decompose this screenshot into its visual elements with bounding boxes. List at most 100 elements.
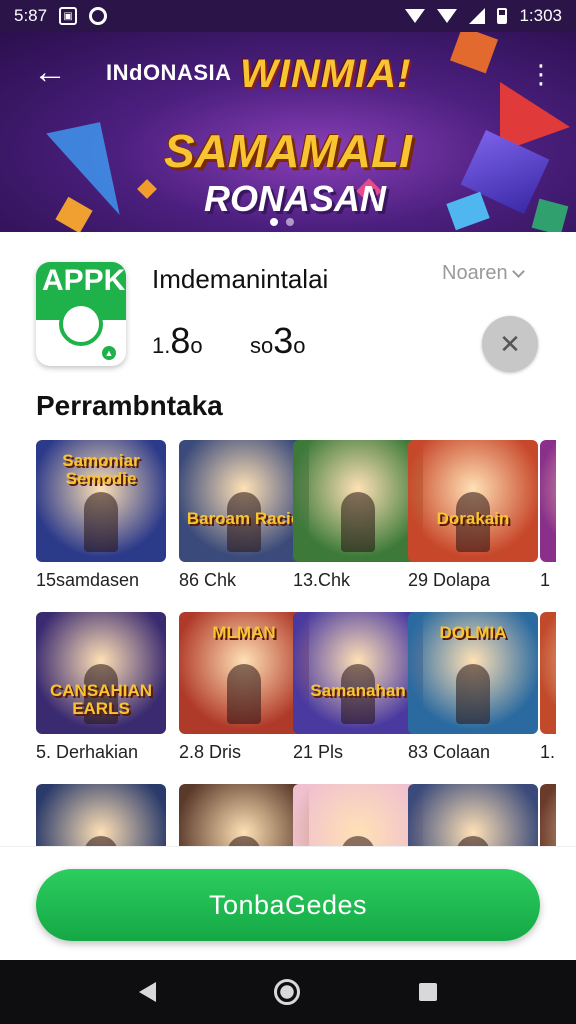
game-thumbnail: Samoniar Semodie: [36, 440, 166, 562]
game-thumbnail: [540, 440, 556, 562]
carousel-indicator: [270, 218, 294, 226]
game-caption: 83 Colaan: [408, 742, 491, 762]
carousel-dot[interactable]: [270, 218, 278, 226]
stat-rating-suffix: o: [190, 333, 203, 358]
game-thumbnail: BOAKS: [179, 784, 309, 852]
game-title-art: CANSAHIAN EARLS: [50, 681, 152, 718]
hero-badge-logo: WINMIA!: [240, 52, 412, 96]
game-caption: 1.: [540, 742, 556, 762]
status-right-text: 1:303: [519, 6, 562, 25]
game-tile[interactable]: DOLMIA 83 Colaan: [408, 612, 538, 763]
game-thumbnail: [36, 784, 166, 852]
game-title-art: Baroam Racio: [186, 509, 302, 528]
game-caption: 29 Dolapa: [408, 570, 491, 590]
game-thumbnail: [408, 784, 538, 852]
hero-country-label: INdONASIA: [106, 60, 232, 85]
status-time: 5:87: [14, 6, 48, 25]
hero-title-line2: RONASAN: [204, 178, 387, 219]
game-tile[interactable]: Samoniar Semodie 15samdasen: [36, 440, 166, 591]
game-tile[interactable]: [540, 784, 556, 852]
download-area: TonbaGedes: [0, 846, 576, 960]
game-tile[interactable]: [36, 784, 166, 852]
game-caption: 15samdasen: [36, 570, 140, 590]
stat-downloads-prefix: so: [250, 333, 274, 358]
game-title-art: Samoniar Semodie: [62, 451, 140, 488]
game-caption: 1: [540, 570, 551, 590]
game-title-art: DOLMIA: [439, 623, 507, 642]
share-button[interactable]: ✕: [482, 316, 538, 372]
install-dropdown[interactable]: Noaren: [442, 262, 525, 285]
game-title-art: Dorakain: [436, 509, 510, 528]
game-thumbnail: [293, 440, 423, 562]
game-title-art: Samanahan: [310, 681, 406, 700]
sync-icon: [89, 7, 108, 25]
crystal-decoration: [446, 191, 490, 231]
more-options-button[interactable]: ⋮: [526, 54, 556, 94]
game-tile[interactable]: 1: [540, 440, 556, 591]
app-stat-rating: 1.8o: [152, 320, 203, 362]
character-figure: [227, 664, 261, 724]
signal-icon: [469, 8, 486, 24]
back-button[interactable]: ←: [30, 52, 70, 92]
game-tile[interactable]: CANSAHIAN EARLS 5. Derhakian: [36, 612, 166, 763]
game-tile[interactable]: Dorakain 29 Dolapa: [408, 440, 538, 591]
game-thumbnail: CANSAHIAN EARLS: [36, 612, 166, 734]
stat-rating-big: 8: [170, 320, 191, 361]
notification-icon: ▣: [59, 7, 78, 25]
section-title: Perrambntaka: [36, 390, 223, 421]
game-tile[interactable]: BOAKS: [179, 784, 309, 852]
status-bar: 5:87 ▣ 1:303: [0, 0, 576, 32]
character-figure: [84, 492, 118, 552]
game-title-art: MLMAN: [212, 623, 276, 642]
game-thumbnail: [293, 784, 423, 852]
carousel-dot[interactable]: [286, 218, 294, 226]
app-icon-label: APPK: [42, 264, 126, 297]
game-thumbnail: Baroam Racio: [179, 440, 309, 562]
app-header: APPK ▲ Imdemanintalai Noaren 1.8o so3o ✕: [6, 232, 556, 382]
game-thumbnail: [540, 612, 556, 734]
game-tile[interactable]: 13.Chk: [293, 440, 423, 591]
game-tile[interactable]: MLMAN 2.8 Dris: [179, 612, 309, 763]
hero-topbar: ← INdONASIA WINMIA! ⋮: [0, 32, 576, 112]
stat-downloads-suffix: o: [293, 333, 306, 358]
game-tile[interactable]: Baroam Racio 86 Chk: [179, 440, 309, 591]
app-stat-downloads: so3o: [250, 320, 306, 362]
triangle-back-icon[interactable]: [139, 982, 157, 1002]
game-caption: 13.Chk: [293, 570, 351, 590]
game-caption: 5. Derhakian: [36, 742, 139, 762]
wifi-icon: [405, 9, 426, 23]
chevron-down-icon: [511, 264, 525, 278]
game-thumbnail: DOLMIA: [408, 612, 538, 734]
stat-downloads-big: 3: [273, 320, 294, 361]
square-recent-icon[interactable]: [418, 983, 437, 1001]
game-tile[interactable]: 1.: [540, 612, 556, 763]
arrow-left-icon: ←: [33, 53, 67, 91]
hero-title-line1: SAMAMALI: [164, 125, 412, 177]
game-tile[interactable]: [293, 784, 423, 852]
system-nav-bar: [0, 960, 576, 1024]
app-name: Imdemanintalai: [152, 264, 329, 294]
crystal-decoration: [137, 179, 157, 199]
battery-icon: [497, 8, 508, 24]
status-right: 1:303: [405, 6, 562, 26]
game-thumbnail: Samanahan: [293, 612, 423, 734]
game-tile[interactable]: [408, 784, 538, 852]
game-caption: 2.8 Dris: [179, 742, 242, 762]
crystal-decoration: [531, 198, 569, 232]
main-content: APPK ▲ Imdemanintalai Noaren 1.8o so3o ✕…: [6, 232, 556, 852]
character-figure: [341, 492, 375, 552]
game-thumbnail: Dorakain: [408, 440, 538, 562]
status-left: 5:87 ▣: [14, 6, 108, 26]
install-dropdown-label: Noaren: [442, 262, 508, 284]
character-figure: [456, 664, 490, 724]
circle-home-icon[interactable]: [274, 979, 301, 1005]
hero-banner[interactable]: ← INdONASIA WINMIA! ⋮ SAMAMALI RONASAN: [0, 32, 576, 232]
share-icon: ✕: [499, 328, 521, 359]
game-tile[interactable]: Samanahan 21 Pls: [293, 612, 423, 763]
game-thumbnail: MLMAN: [179, 612, 309, 734]
stat-rating-prefix: 1.: [152, 333, 171, 358]
game-caption: 21 Pls: [293, 742, 344, 762]
download-button[interactable]: TonbaGedes: [36, 869, 540, 941]
more-vert-icon: ⋮: [528, 59, 554, 89]
android-badge-icon: ▲: [102, 346, 116, 360]
